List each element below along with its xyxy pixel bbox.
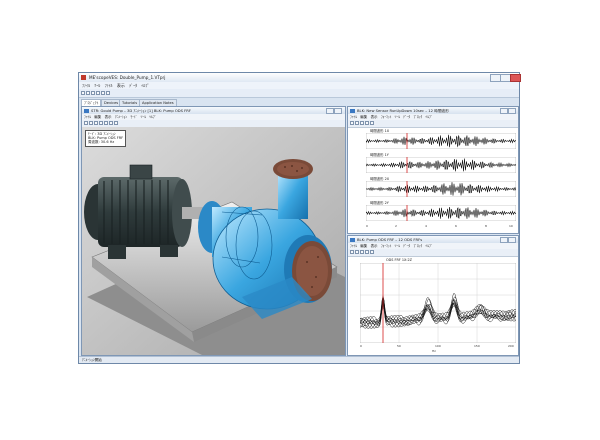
stop-icon[interactable] xyxy=(89,121,93,125)
frf-window: BLK: Pump ODS FRF – 12 ODS FRFs ﾌｧｲﾙ 編集 … xyxy=(347,235,519,356)
time-trace-3[interactable]: 時間波形 2X xyxy=(348,176,518,198)
frf-window-icon xyxy=(350,237,355,242)
frf-toolbar xyxy=(348,249,518,257)
settings-icon[interactable] xyxy=(114,121,118,125)
close-button[interactable] xyxy=(510,74,521,82)
tab-tutorials[interactable]: Tutorials xyxy=(119,99,141,106)
cut-icon[interactable] xyxy=(96,91,100,95)
paste-icon[interactable] xyxy=(106,91,110,95)
x-tick: 100 xyxy=(435,344,441,348)
time-trace-4[interactable]: 時間波形 2Y xyxy=(348,200,518,222)
time-window-icon xyxy=(350,108,355,113)
structure-window-title: STR: Gould Pump – 3D ｱﾆﾒｰｼｮﾝ [1] BLK: Pu… xyxy=(91,108,191,113)
camera-icon[interactable] xyxy=(109,121,113,125)
grid-icon[interactable] xyxy=(365,121,369,125)
pan-icon[interactable] xyxy=(104,121,108,125)
zoom-icon[interactable] xyxy=(355,121,359,125)
copy-icon[interactable] xyxy=(101,91,105,95)
x-tick: 150 xyxy=(474,344,480,348)
print-icon[interactable] xyxy=(91,91,95,95)
x-tick: 10 xyxy=(509,224,513,228)
app-title: ME'scopeVES: Double_Pump_1.VTprj xyxy=(89,75,166,80)
x-tick: 50 xyxy=(397,344,401,348)
app-statusbar: ｱﾆﾒｰｼｮﾝ開始 xyxy=(79,356,519,363)
time-axis: 0 2 4 6 8 10 xyxy=(366,224,516,230)
app-logo-icon xyxy=(81,75,86,80)
waveform-plot xyxy=(366,157,516,173)
structure-window: STR: Gould Pump – 3D ｱﾆﾒｰｼｮﾝ [1] BLK: Pu… xyxy=(81,106,346,356)
rotate-icon[interactable] xyxy=(94,121,98,125)
animation-info-box: ﾓｰﾄﾞ: 3D ｱﾆﾒｰｼｮﾝ BLK: Pump ODS FRF 周波数: … xyxy=(85,130,127,147)
save-icon[interactable] xyxy=(86,91,90,95)
app-menubar: ﾌｧｲﾙ ﾂｰﾙ ﾌｧｲﾙ 表示 ﾃﾞｰﾀ ﾍﾙﾌﾟ xyxy=(79,82,519,89)
time-window-title: BLK: New Sensor RunUpDown 10sec – 12 時間波… xyxy=(357,108,449,113)
x-tick: 8 xyxy=(485,224,487,228)
pump-model xyxy=(82,127,345,355)
pump-3d-view[interactable] xyxy=(82,127,345,355)
play-icon[interactable] xyxy=(84,121,88,125)
zoom-icon[interactable] xyxy=(99,121,103,125)
scale-icon[interactable] xyxy=(360,250,364,254)
frf-overlay-plot[interactable] xyxy=(360,263,516,343)
waveform-plot xyxy=(366,133,516,149)
overlay-icon[interactable] xyxy=(370,121,374,125)
info-line-frequency: 周波数: 30.6 Hz xyxy=(88,140,115,145)
scale-icon[interactable] xyxy=(360,121,364,125)
frf-x-unit: Hz xyxy=(432,349,436,353)
project-tabs: ﾌﾟﾛｼﾞｪｸﾄ Devices Tutorials Application N… xyxy=(79,98,519,106)
time-waveform-window: BLK: New Sensor RunUpDown 10sec – 12 時間波… xyxy=(347,106,519,234)
x-tick: 6 xyxy=(455,224,457,228)
cursor-icon[interactable] xyxy=(350,121,354,125)
x-tick: 0 xyxy=(366,224,368,228)
app-window: ME'scopeVES: Double_Pump_1.VTprj ﾌｧｲﾙ ﾂｰ… xyxy=(78,72,521,364)
waveform-plot xyxy=(366,205,516,221)
time-trace-2[interactable]: 時間波形 1Y xyxy=(348,152,518,174)
app-toolbar xyxy=(79,89,519,98)
x-tick: 200 xyxy=(508,344,514,348)
zoom-icon[interactable] xyxy=(355,250,359,254)
x-tick: 0 xyxy=(360,344,362,348)
frf-trace-label: ODS FRF 1X:2Z xyxy=(386,258,412,262)
grid-icon[interactable] xyxy=(365,250,369,254)
time-toolbar xyxy=(348,120,518,128)
cursor-icon[interactable] xyxy=(350,250,354,254)
x-tick: 4 xyxy=(425,224,427,228)
frf-x-axis: 0 50 100 150 200 xyxy=(360,344,516,350)
structure-window-icon xyxy=(84,108,89,113)
x-tick: 2 xyxy=(395,224,397,228)
waveform-plot xyxy=(366,181,516,197)
overlay-icon[interactable] xyxy=(370,250,374,254)
time-trace-1[interactable]: 時間波形 1X xyxy=(348,128,518,150)
open-icon[interactable] xyxy=(81,91,85,95)
tab-project[interactable]: ﾌﾟﾛｼﾞｪｸﾄ xyxy=(81,99,102,106)
tab-application-notes[interactable]: Application Notes xyxy=(139,99,177,106)
status-text: ｱﾆﾒｰｼｮﾝ開始 xyxy=(82,358,102,362)
frf-window-title: BLK: Pump ODS FRF – 12 ODS FRFs xyxy=(357,237,423,242)
